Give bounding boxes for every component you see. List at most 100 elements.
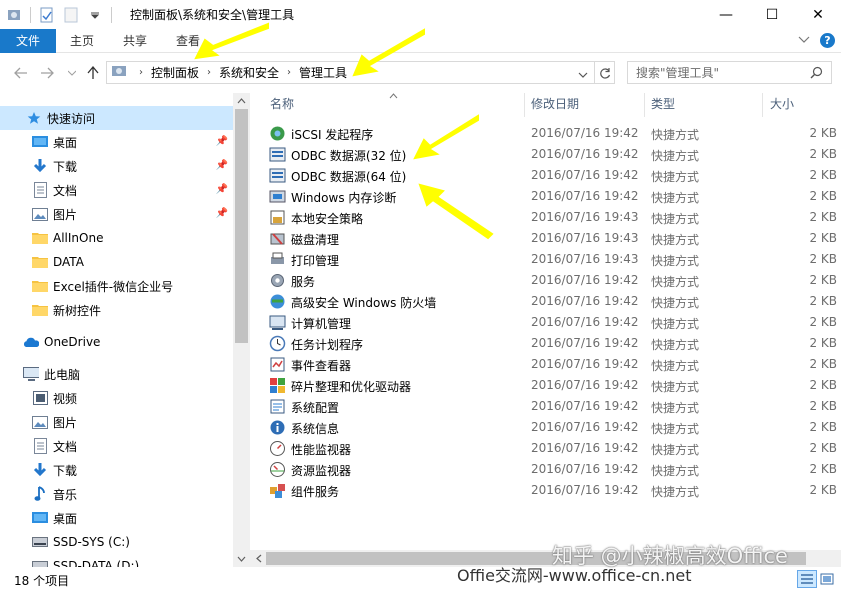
sidebar-item-downloads-pc[interactable]: 下载 [0,458,233,482]
file-row[interactable]: 本地安全策略 2016/07/16 19:43 快捷方式 2 KB [250,207,841,228]
file-row[interactable]: 性能监视器 2016/07/16 19:42 快捷方式 2 KB [250,438,841,459]
scroll-up-icon[interactable] [233,93,250,109]
back-button[interactable] [12,65,30,81]
sidebar-item-drive-c[interactable]: SSD-SYS (C:) [0,530,233,554]
column-header-size[interactable]: 大小 [770,93,794,115]
file-row[interactable]: 打印管理 2016/07/16 19:43 快捷方式 2 KB [250,249,841,270]
sidebar-item-videos[interactable]: 视频 [0,386,233,410]
breadcrumb-control-panel[interactable]: 控制面板 [151,64,199,81]
file-row[interactable]: 碎片整理和优化驱动器 2016/07/16 19:42 快捷方式 2 KB [250,375,841,396]
address-history-dropdown[interactable] [578,68,588,82]
control-panel-icon[interactable] [6,7,22,23]
search-input[interactable]: 搜索"管理工具" [627,61,832,84]
sidebar-item-allinone[interactable]: AllInOne [0,226,233,250]
file-row[interactable]: ODBC 数据源(32 位) 2016/07/16 19:42 快捷方式 2 KB [250,144,841,165]
drive-icon [32,558,48,567]
sidebar-item-music[interactable]: 音乐 [0,482,233,506]
file-row[interactable]: 任务计划程序 2016/07/16 19:42 快捷方式 2 KB [250,333,841,354]
large-icons-view-button[interactable] [817,570,837,588]
sidebar-item-xinshu[interactable]: 新树控件 [0,298,233,322]
file-name: 计算机管理 [291,317,352,331]
file-row[interactable]: ODBC 数据源(64 位) 2016/07/16 19:42 快捷方式 2 KB [250,165,841,186]
desktop-icon [32,134,48,150]
breadcrumb-system-security[interactable]: 系统和安全 [219,64,279,81]
sidebar-item-desktop[interactable]: 桌面 📌 [0,130,233,154]
forward-button[interactable] [38,65,56,81]
sidebar-item-downloads[interactable]: 下载 📌 [0,154,233,178]
sidebar-item-label: 文档 [53,439,78,454]
tab-view[interactable]: 查看 [166,29,210,53]
help-icon[interactable]: ? [820,33,835,48]
file-row[interactable]: 系统配置 2016/07/16 19:42 快捷方式 2 KB [250,396,841,417]
recent-locations-button[interactable] [63,65,81,81]
file-row[interactable]: 系统信息 2016/07/16 19:42 快捷方式 2 KB [250,417,841,438]
details-view-button[interactable] [797,570,817,588]
system-info-icon [269,419,286,436]
file-row[interactable]: 服务 2016/07/16 19:42 快捷方式 2 KB [250,270,841,291]
sidebar-item-pictures-pc[interactable]: 图片 [0,410,233,434]
sidebar-item-desktop-pc[interactable]: 桌面 [0,506,233,530]
sidebar-item-data[interactable]: DATA [0,250,233,274]
file-row[interactable]: 计算机管理 2016/07/16 19:42 快捷方式 2 KB [250,312,841,333]
file-row[interactable]: 磁盘清理 2016/07/16 19:43 快捷方式 2 KB [250,228,841,249]
new-folder-icon[interactable] [63,7,79,23]
odbc-icon [269,167,286,184]
column-divider[interactable] [762,93,763,117]
sidebar-item-onedrive[interactable]: OneDrive [0,330,233,354]
sidebar-item-excel-plugin[interactable]: Excel插件-微信企业号 [0,274,233,298]
file-type: 快捷方式 [651,212,700,226]
file-name: 性能监视器 [291,443,352,457]
up-button[interactable] [84,65,102,81]
refresh-icon[interactable] [594,62,614,83]
pin-icon[interactable]: 📌 [216,184,228,195]
file-type: 快捷方式 [651,401,700,415]
file-type: 快捷方式 [651,275,700,289]
expand-ribbon-icon[interactable] [798,34,810,47]
sidebar-item-drive-d[interactable]: SSD-DATA (D:) [0,554,233,567]
file-name: 高级安全 Windows 防火墙 [291,296,437,310]
minimize-button[interactable]: — [703,0,749,29]
column-header-name[interactable]: 名称 [270,93,294,115]
column-header-type[interactable]: 类型 [651,93,675,115]
file-row[interactable]: 组件服务 2016/07/16 19:42 快捷方式 2 KB [250,480,841,501]
pin-icon[interactable]: 📌 [216,208,228,219]
navigation-pane-scrollbar[interactable] [233,93,250,567]
maximize-button[interactable]: ☐ [749,0,795,29]
chevron-right-icon[interactable]: › [287,67,291,78]
sidebar-item-this-pc[interactable]: 此电脑 [0,362,233,386]
search-icon[interactable] [810,66,823,82]
pin-icon[interactable]: 📌 [216,136,228,147]
column-header-date[interactable]: 修改日期 [531,93,579,115]
customize-toolbar-icon[interactable] [87,7,103,23]
scroll-down-icon[interactable] [233,551,250,567]
file-row[interactable]: iSCSI 发起程序 2016/07/16 19:42 快捷方式 2 KB [250,123,841,144]
file-row[interactable]: 资源监视器 2016/07/16 19:42 快捷方式 2 KB [250,459,841,480]
pin-icon[interactable]: 📌 [216,160,228,171]
column-divider[interactable] [524,93,525,117]
scroll-left-icon[interactable] [250,550,267,566]
drive-icon [32,534,48,550]
file-row[interactable]: 事件查看器 2016/07/16 19:42 快捷方式 2 KB [250,354,841,375]
chevron-right-icon[interactable]: › [207,67,211,78]
navigation-bar: › 控制面板 › 系统和安全 › 管理工具 搜索"管理工具" [0,53,841,93]
video-icon [32,390,48,406]
file-size: 2 KB [809,483,837,497]
file-row[interactable]: 高级安全 Windows 防火墙 2016/07/16 19:42 快捷方式 2 KB [250,291,841,312]
sidebar-item-quick-access[interactable]: 快速访问 [0,106,233,130]
properties-icon[interactable] [39,7,55,23]
sidebar-item-documents-pc[interactable]: 文档 [0,434,233,458]
tab-file[interactable]: 文件 [0,29,56,53]
close-button[interactable]: ✕ [795,0,841,29]
file-row[interactable]: Windows 内存诊断 2016/07/16 19:42 快捷方式 2 KB [250,186,841,207]
chevron-right-icon[interactable]: › [139,67,143,78]
breadcrumb-admin-tools[interactable]: 管理工具 [299,64,347,81]
tab-home[interactable]: 主页 [60,29,104,53]
address-bar[interactable]: › 控制面板 › 系统和安全 › 管理工具 [106,61,615,84]
sidebar-item-pictures[interactable]: 图片 📌 [0,202,233,226]
file-name: ODBC 数据源(32 位) [291,149,407,163]
column-divider[interactable] [644,93,645,117]
sidebar-item-documents[interactable]: 文档 📌 [0,178,233,202]
file-size: 2 KB [809,252,837,266]
scrollbar-thumb[interactable] [235,109,248,343]
tab-share[interactable]: 共享 [113,29,157,53]
